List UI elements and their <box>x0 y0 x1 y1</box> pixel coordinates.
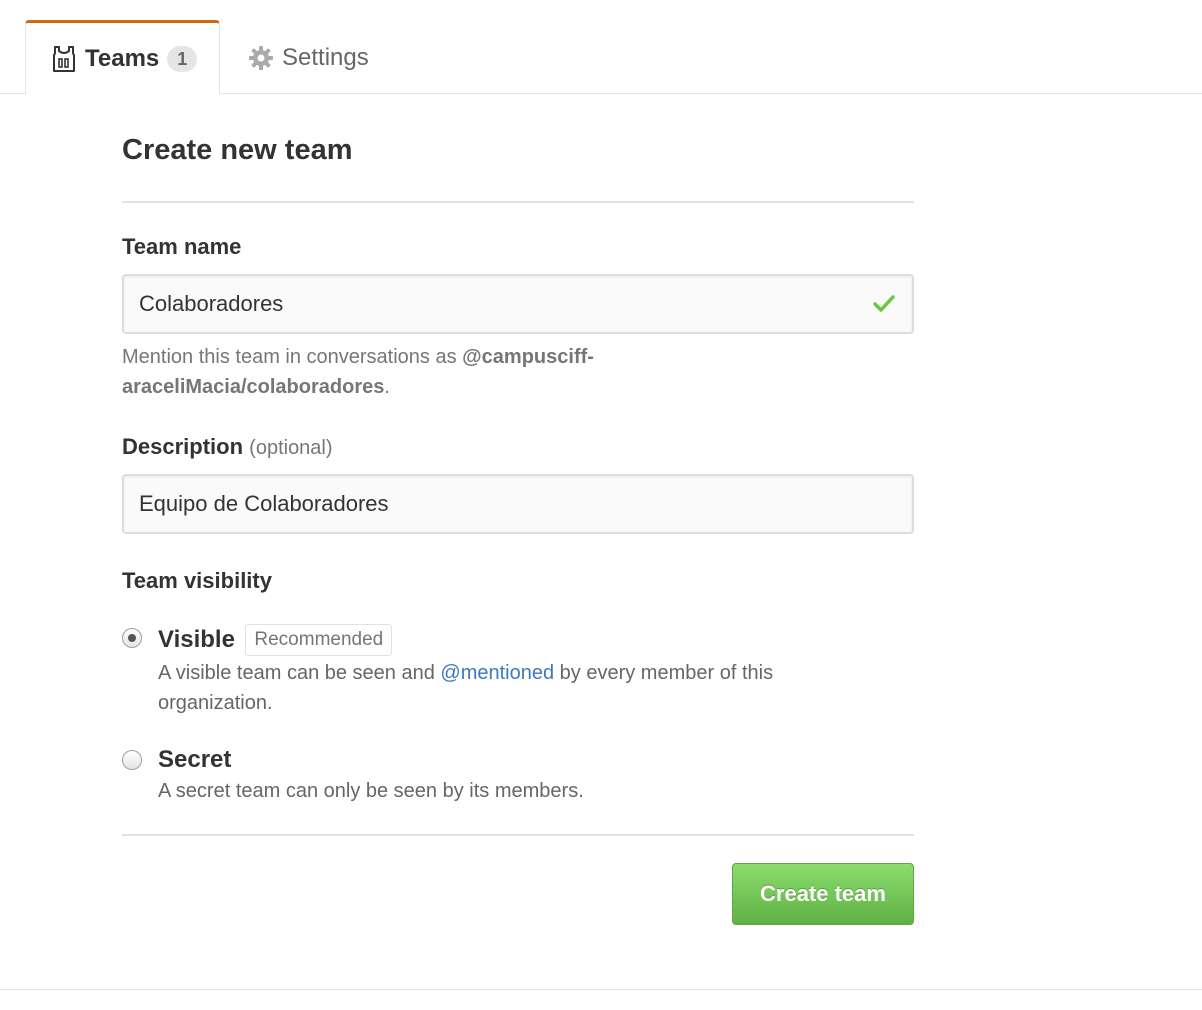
tab-teams-label: Teams <box>85 44 160 72</box>
description-label-text: Description <box>122 434 244 459</box>
create-team-button[interactable]: Create team <box>732 863 914 925</box>
mentioned-link[interactable]: @mentioned <box>440 662 554 684</box>
optional-hint: (optional) <box>249 437 333 459</box>
tab-settings-label: Settings <box>282 43 369 71</box>
visible-option-description: A visible team can be seen and @mentione… <box>158 658 838 718</box>
description-value: Equipo de Colaboradores <box>139 491 389 516</box>
footer-divider <box>0 989 1202 990</box>
mention-note-prefix: Mention this team in conversations as <box>122 346 463 368</box>
teams-count-badge: 1 <box>167 45 198 72</box>
visibility-option-visible: Visible Recommended A visible team can b… <box>122 624 914 718</box>
visibility-label: Team visibility <box>122 568 272 593</box>
page-title: Create new team <box>122 134 353 166</box>
jersey-icon <box>51 44 77 74</box>
team-name-label: Team name <box>122 234 242 259</box>
tab-settings[interactable]: Settings <box>248 20 369 95</box>
visible-option-title: Visible <box>158 626 235 653</box>
visible-radio[interactable] <box>122 628 142 648</box>
gear-icon <box>248 43 274 73</box>
secret-radio[interactable] <box>122 750 142 770</box>
team-name-value: Colaboradores <box>139 291 284 316</box>
description-label: Description (optional) <box>122 432 914 462</box>
team-name-input[interactable]: Colaboradores <box>122 274 914 334</box>
form-actions: Create team <box>122 836 914 926</box>
secret-option-description: A secret team can only be seen by its me… <box>158 780 584 802</box>
tab-teams[interactable]: Teams 1 <box>25 20 220 95</box>
visibility-option-secret: Secret A secret team can only be seen by… <box>122 746 914 806</box>
description-input[interactable]: Equipo de Colaboradores <box>122 474 914 534</box>
divider <box>122 201 914 203</box>
mention-note-suffix: . <box>384 376 390 398</box>
check-icon <box>872 292 896 316</box>
create-team-form: Create new team Team name Colaboradores … <box>122 120 914 926</box>
mention-note: Mention this team in conversations as @c… <box>122 342 642 402</box>
secret-option-title: Secret <box>158 746 232 773</box>
recommended-badge: Recommended <box>245 624 393 656</box>
tab-bar: Teams 1 Settings <box>0 0 1202 95</box>
visible-desc-before: A visible team can be seen and <box>158 662 441 684</box>
